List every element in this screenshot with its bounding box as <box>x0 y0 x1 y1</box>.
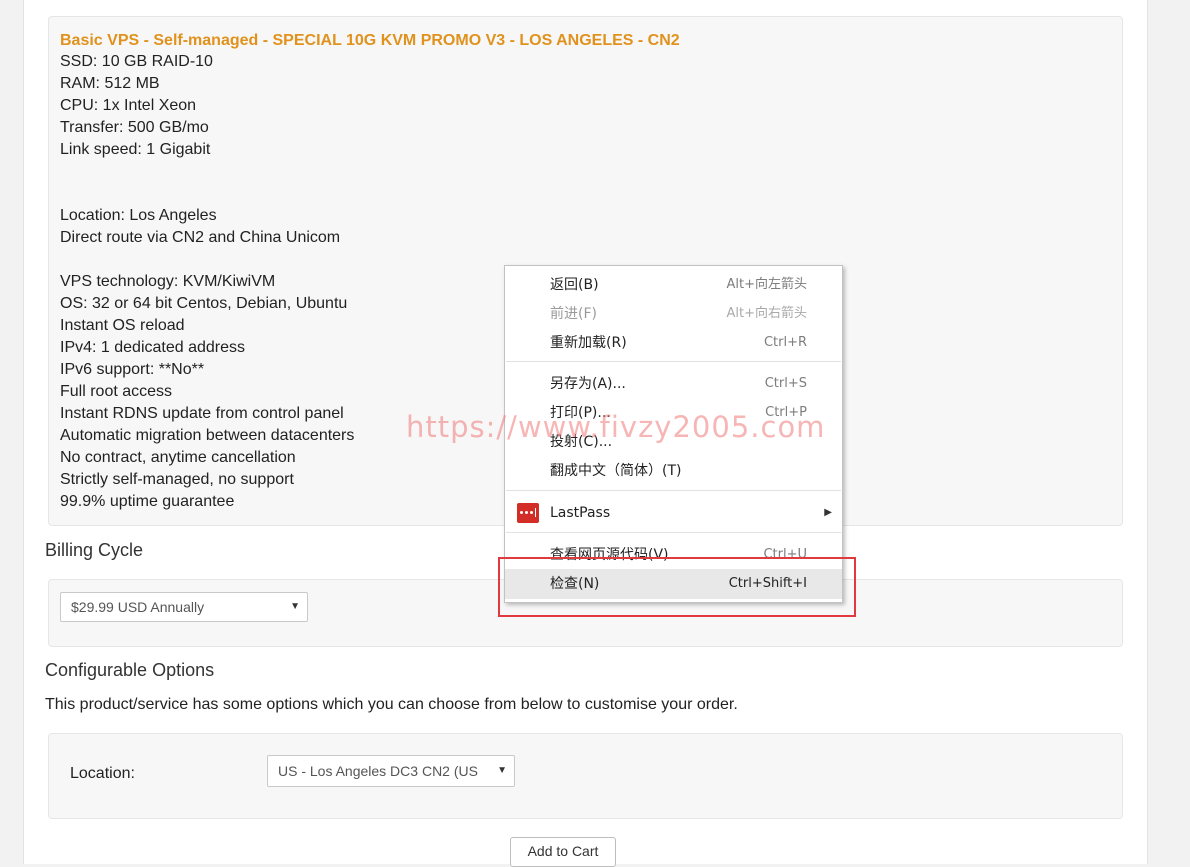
lastpass-icon <box>517 503 539 523</box>
billing-cycle-select[interactable]: $29.99 USD Annually ▼ <box>60 592 308 622</box>
spec-os-reload: Instant OS reload <box>60 317 185 334</box>
menu-item-label: 返回(B) <box>550 277 599 293</box>
spec-rdns: Instant RDNS update from control panel <box>60 405 344 422</box>
chevron-right-icon: ▶ <box>824 507 832 518</box>
spec-ssd: SSD: 10 GB RAID-10 <box>60 53 213 70</box>
spec-location: Location: Los Angeles <box>60 207 217 224</box>
spec-link-speed: Link speed: 1 Gigabit <box>60 141 211 158</box>
menu-item-label: 翻成中文（简体）(T) <box>550 463 682 479</box>
add-to-cart-button[interactable]: Add to Cart <box>510 837 616 867</box>
menu-item-back[interactable]: 返回(B) Alt+向左箭头 <box>505 271 842 299</box>
menu-item-save-as[interactable]: 另存为(A)... Ctrl+S <box>505 370 842 398</box>
billing-cycle-value: $29.99 USD Annually <box>71 599 205 615</box>
spec-ipv6: IPv6 support: **No** <box>60 361 205 378</box>
menu-item-label: 重新加载(R) <box>550 335 627 351</box>
location-value: US - Los Angeles DC3 CN2 (US <box>278 763 478 779</box>
menu-separator <box>506 532 841 533</box>
menu-separator <box>506 361 841 362</box>
menu-item-lastpass[interactable]: LastPass ▶ <box>505 499 842 527</box>
location-label: Location: <box>70 765 135 782</box>
spec-uptime: 99.9% uptime guarantee <box>60 493 235 510</box>
spec-cpu: CPU: 1x Intel Xeon <box>60 97 197 114</box>
spec-os: OS: 32 or 64 bit Centos, Debian, Ubuntu <box>60 295 348 312</box>
menu-item-forward[interactable]: 前进(F) Alt+向右箭头 <box>505 300 842 328</box>
menu-item-shortcut: Alt+向右箭头 <box>726 306 808 321</box>
menu-item-shortcut: Alt+向左箭头 <box>726 277 808 292</box>
spec-ipv4: IPv4: 1 dedicated address <box>60 339 246 356</box>
caret-down-icon: ▼ <box>497 765 507 776</box>
caret-down-icon: ▼ <box>290 601 300 612</box>
spec-vps-technology: VPS technology: KVM/KiwiVM <box>60 273 276 290</box>
product-title: Basic VPS - Self-managed - SPECIAL 10G K… <box>60 32 680 49</box>
menu-separator <box>506 490 841 491</box>
configurable-options-heading: Configurable Options <box>45 660 215 680</box>
spec-ram: RAM: 512 MB <box>60 75 160 92</box>
spec-transfer: Transfer: 500 GB/mo <box>60 119 209 136</box>
spec-support: Strictly self-managed, no support <box>60 471 294 488</box>
menu-item-shortcut: Ctrl+R <box>763 335 807 350</box>
configurable-options-panel <box>48 733 1123 819</box>
menu-item-label: 另存为(A)... <box>550 376 626 392</box>
menu-item-shortcut: Ctrl+S <box>764 376 807 391</box>
menu-item-label: LastPass <box>550 505 611 521</box>
configurable-options-description: This product/service has some options wh… <box>45 696 738 713</box>
location-select[interactable]: US - Los Angeles DC3 CN2 (US ▼ <box>267 755 515 787</box>
spec-migration: Automatic migration between datacenters <box>60 427 355 444</box>
watermark: https://www.fivzy2005.com <box>406 410 826 444</box>
billing-cycle-heading: Billing Cycle <box>45 540 144 560</box>
menu-item-label: 前进(F) <box>550 306 597 322</box>
spec-root-access: Full root access <box>60 383 173 400</box>
menu-item-translate[interactable]: 翻成中文（简体）(T) <box>505 457 842 485</box>
spec-contract: No contract, anytime cancellation <box>60 449 296 466</box>
menu-item-reload[interactable]: 重新加载(R) Ctrl+R <box>505 329 842 357</box>
spec-route: Direct route via CN2 and China Unicom <box>60 229 341 246</box>
highlight-annotation-box <box>498 557 856 617</box>
